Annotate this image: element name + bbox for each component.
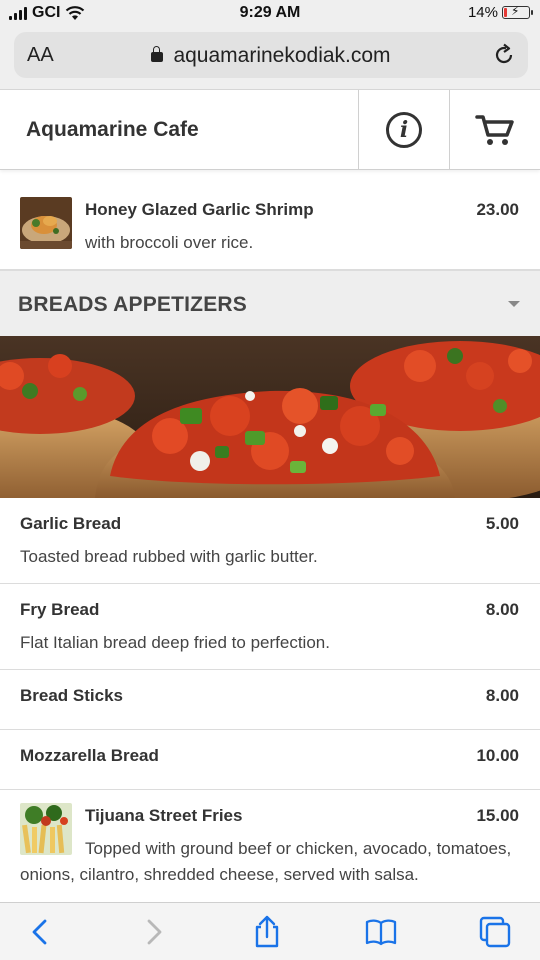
section-photo <box>0 336 540 498</box>
item-name: Fry Bread <box>20 600 100 619</box>
browser-toolbar <box>0 902 540 960</box>
status-bar: GCI 9:29 AM 14% ⚡ <box>0 0 540 28</box>
item-description: Flat Italian bread deep fried to perfect… <box>20 633 330 652</box>
bookmarks-icon[interactable] <box>364 915 398 949</box>
menu-item[interactable]: Honey Glazed Garlic Shrimp 23.00 with br… <box>0 184 540 270</box>
item-photo <box>20 197 72 249</box>
battery-icon: ⚡ <box>502 4 533 19</box>
site-header: Aquamarine Cafe i <box>0 90 540 170</box>
clock: 9:29 AM <box>239 4 301 21</box>
item-price: 23.00 <box>476 200 519 219</box>
cart-button[interactable] <box>449 90 540 170</box>
back-arrow-icon[interactable] <box>24 915 58 949</box>
item-price: 8.00 <box>485 600 519 619</box>
forward-arrow-icon[interactable] <box>136 915 170 949</box>
item-name: Mozzarella Bread <box>20 746 159 765</box>
item-name: Bread Sticks <box>20 686 123 705</box>
item-price: 15.00 <box>476 806 519 825</box>
menu-item[interactable]: Garlic Bread 5.00 Toasted bread rubbed w… <box>0 498 540 584</box>
item-price: 10.00 <box>476 746 519 765</box>
battery-group: 14% ⚡ <box>467 4 533 21</box>
menu-item[interactable]: Fry Bread 8.00 Flat Italian bread deep f… <box>0 584 540 670</box>
item-price: 5.00 <box>485 514 519 533</box>
share-icon[interactable] <box>250 915 284 949</box>
address-bar[interactable]: AA aquamarinekodiak.com <box>14 32 528 78</box>
menu-item[interactable]: Tijuana Street Fries 15.00 Topped with g… <box>0 790 540 902</box>
menu-content: Honey Glazed Garlic Shrimp 23.00 with br… <box>0 184 540 902</box>
item-price: 8.00 <box>485 686 519 705</box>
menu-item[interactable]: Bread Sticks 8.00 <box>0 670 540 730</box>
chevron-down-icon <box>508 301 520 307</box>
tabs-icon[interactable] <box>478 915 512 949</box>
item-description: Toasted bread rubbed with garlic butter. <box>20 547 318 566</box>
browser-address-area: AA aquamarinekodiak.com <box>0 28 540 90</box>
section-title: BREADS APPETIZERS <box>18 293 247 316</box>
url-display[interactable]: aquamarinekodiak.com <box>14 44 528 68</box>
item-description: with broccoli over rice. <box>85 233 254 252</box>
reload-icon[interactable] <box>492 43 516 67</box>
battery-percent: 14% <box>467 4 498 21</box>
lock-icon <box>151 46 164 62</box>
url-text: aquamarinekodiak.com <box>173 44 391 67</box>
item-description: Topped with ground beef or chicken, avoc… <box>20 839 512 884</box>
info-icon: i <box>386 112 422 148</box>
brand-title[interactable]: Aquamarine Cafe <box>26 118 199 142</box>
section-header-breads-appetizers[interactable]: BREADS APPETIZERS <box>0 270 540 336</box>
item-name: Tijuana Street Fries <box>85 806 243 825</box>
cart-icon <box>475 115 514 145</box>
menu-item[interactable]: Mozzarella Bread 10.00 <box>0 730 540 790</box>
item-name: Honey Glazed Garlic Shrimp <box>85 200 314 219</box>
info-button[interactable]: i <box>358 90 449 170</box>
item-name: Garlic Bread <box>20 514 122 533</box>
